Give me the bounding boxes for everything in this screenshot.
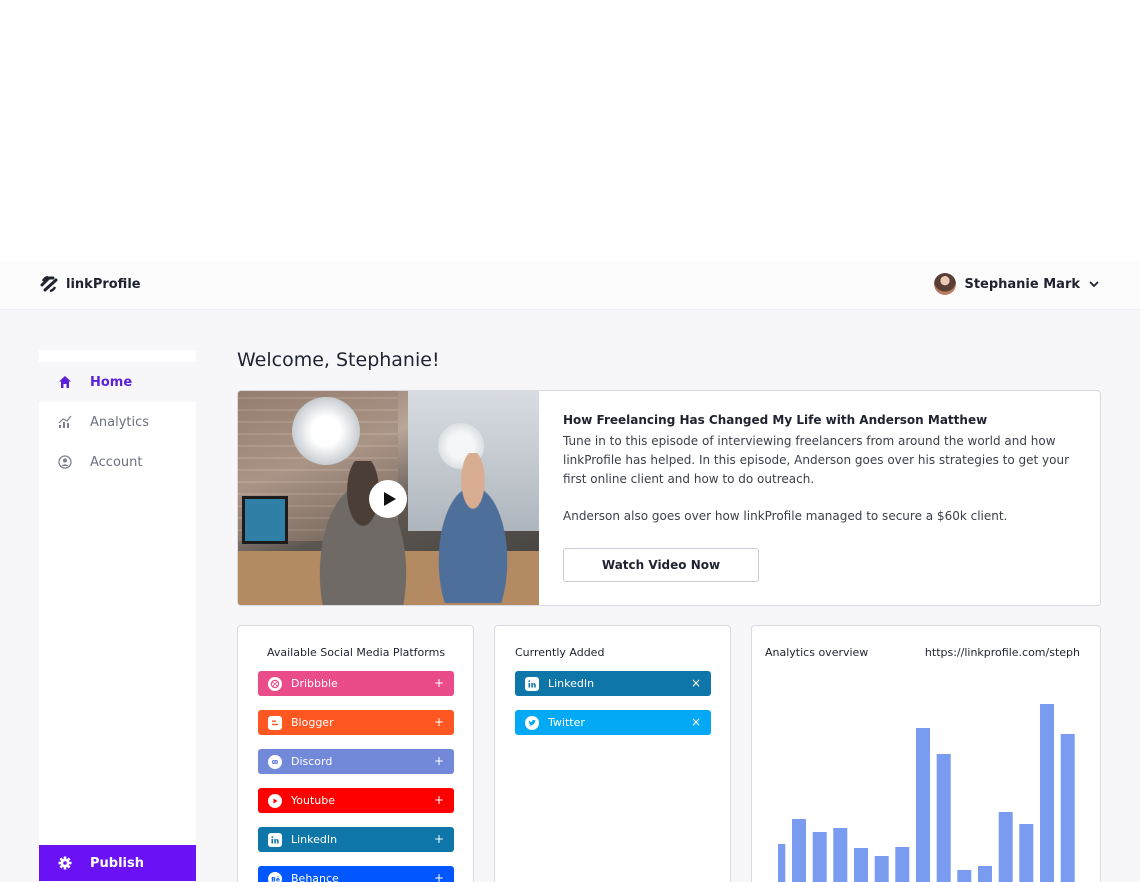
added-twitter[interactable]: Twitter × — [515, 710, 711, 735]
sidebar-item-analytics[interactable]: Analytics — [39, 402, 196, 442]
publish-button[interactable]: Publish — [39, 845, 196, 881]
sidebar-item-label: Account — [90, 454, 143, 470]
analytics-bar-chart — [778, 704, 1075, 882]
user-menu[interactable]: Stephanie Mark — [934, 273, 1100, 295]
add-icon[interactable]: + — [434, 754, 444, 768]
feature-description-secondary: Anderson also goes over how linkProfile … — [563, 509, 1008, 523]
add-icon[interactable]: + — [434, 871, 444, 882]
chart-bar — [812, 832, 827, 882]
add-icon[interactable]: + — [434, 676, 444, 690]
currently-added-card: Currently Added LinkedIn × Twitter × — [494, 625, 731, 882]
avatar — [934, 273, 957, 295]
page-title: Welcome, Stephanie! — [237, 349, 440, 371]
feature-text: How Freelancing Has Changed My Life with… — [563, 413, 1093, 526]
feature-description: Tune in to this episode of interviewing … — [563, 434, 1070, 486]
chart-bar — [978, 866, 992, 882]
chart-icon — [58, 415, 72, 428]
chart-bar — [957, 870, 972, 882]
home-icon — [59, 376, 71, 388]
add-icon[interactable]: + — [434, 793, 444, 807]
platform-label: Dribbble — [291, 677, 338, 690]
linkedin-icon — [525, 676, 539, 691]
analytics-overview-card: Analytics overview https://linkprofile.c… — [751, 625, 1101, 882]
platform-blogger[interactable]: Blogger + — [258, 710, 454, 735]
brand[interactable]: linkProfile — [40, 276, 141, 292]
sidebar-item-label: Home — [90, 374, 133, 390]
platform-behance[interactable]: Bē Behance + — [258, 866, 454, 882]
dribbble-icon — [268, 676, 282, 691]
remove-icon[interactable]: × — [691, 676, 701, 690]
chevron-down-icon — [1089, 281, 1099, 288]
currently-added-title: Currently Added — [515, 646, 605, 659]
platform-discord[interactable]: Discord + — [258, 749, 454, 774]
chart-bar — [874, 856, 889, 882]
brand-name: linkProfile — [66, 276, 141, 292]
discord-icon — [268, 754, 282, 769]
linkedin-icon — [268, 832, 282, 847]
platform-label: Behance — [291, 872, 339, 882]
top-bar: linkProfile Stephanie Mark — [0, 262, 1140, 310]
chart-bar — [895, 847, 910, 882]
sidebar-item-home[interactable]: Home — [39, 362, 196, 402]
platform-label: Youtube — [291, 794, 335, 807]
video-thumbnail[interactable] — [238, 391, 539, 605]
chart-bar — [792, 819, 806, 882]
chart-bar — [1060, 734, 1075, 882]
remove-icon[interactable]: × — [691, 715, 701, 729]
play-button[interactable] — [369, 480, 407, 518]
feature-title: How Freelancing Has Changed My Life with… — [563, 413, 988, 427]
chart-bar — [833, 828, 848, 882]
add-icon[interactable]: + — [434, 832, 444, 846]
chart-bar — [778, 844, 786, 882]
platform-youtube[interactable]: Youtube + — [258, 788, 454, 813]
publish-label: Publish — [90, 855, 144, 871]
twitter-icon — [525, 715, 539, 730]
platform-label: Blogger — [291, 716, 334, 729]
chart-bar — [998, 812, 1013, 882]
platform-dribbble[interactable]: Dribbble + — [258, 671, 454, 696]
app-shell: linkProfile Stephanie Mark Home Analytic… — [0, 262, 1140, 882]
user-circle-icon — [58, 455, 72, 469]
sidebar-item-account[interactable]: Account — [39, 442, 196, 482]
user-name: Stephanie Mark — [964, 276, 1080, 292]
sidebar-item-label: Analytics — [90, 414, 150, 430]
chart-bar — [936, 754, 951, 882]
added-linkedin[interactable]: LinkedIn × — [515, 671, 711, 696]
add-icon[interactable]: + — [434, 715, 444, 729]
play-icon — [383, 492, 396, 506]
gear-icon — [58, 856, 72, 870]
watch-video-button[interactable]: Watch Video Now — [563, 548, 759, 582]
behance-icon: Bē — [268, 871, 282, 882]
analytics-title: Analytics overview — [765, 646, 869, 659]
available-platforms-title: Available Social Media Platforms — [267, 646, 446, 659]
platform-label: Discord — [291, 755, 333, 768]
chart-bar — [916, 728, 930, 882]
added-label: Twitter — [548, 716, 585, 729]
blogger-icon — [268, 715, 282, 730]
added-label: LinkedIn — [548, 677, 595, 690]
svg-text:Bē: Bē — [271, 876, 280, 882]
logo-icon — [40, 276, 58, 292]
featured-video-card: How Freelancing Has Changed My Life with… — [237, 390, 1101, 606]
chart-bar — [854, 848, 868, 882]
platform-linkedin[interactable]: LinkedIn + — [258, 827, 454, 852]
profile-url[interactable]: https://linkprofile.com/steph — [925, 646, 1080, 659]
youtube-icon — [268, 793, 282, 808]
chart-bar — [1019, 824, 1034, 882]
chart-bar — [1040, 704, 1054, 882]
available-platforms-card: Available Social Media Platforms Dribbbl… — [237, 625, 474, 882]
sidebar: Home Analytics Account Publish — [39, 350, 196, 882]
platform-label: LinkedIn — [291, 833, 338, 846]
